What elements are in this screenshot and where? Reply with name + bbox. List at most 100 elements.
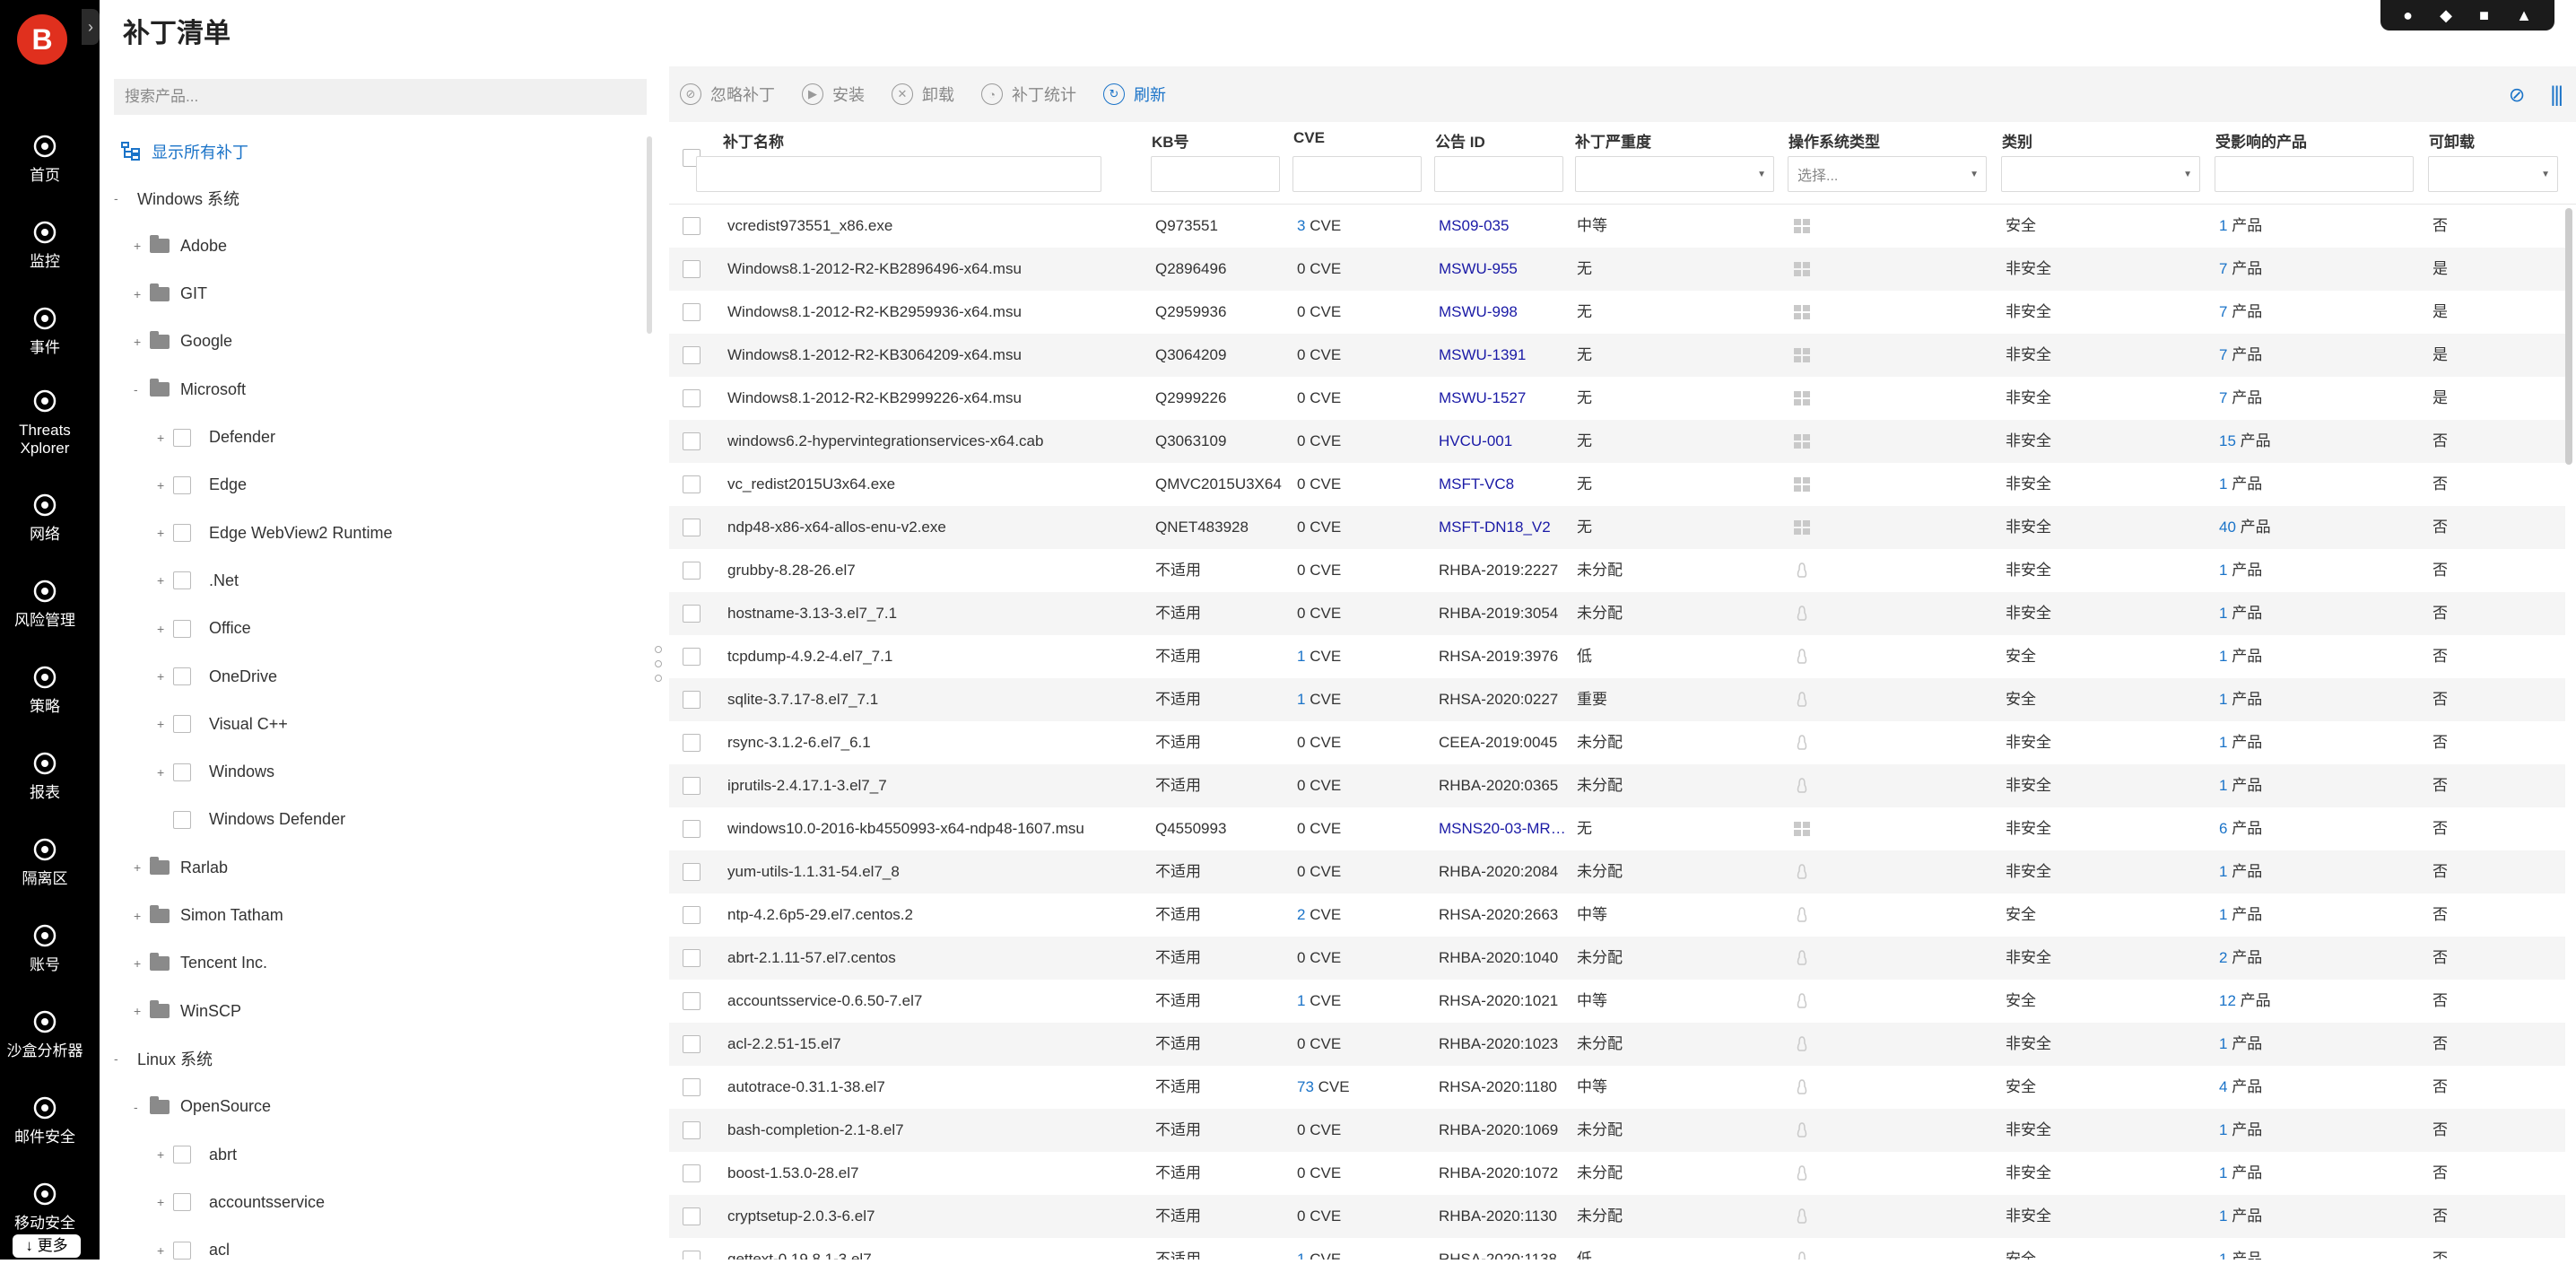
affected-products[interactable]: 1 产品 xyxy=(2219,1152,2398,1195)
bulletin-id[interactable]: MSWU-955 xyxy=(1439,248,1570,291)
row-checkbox[interactable] xyxy=(683,863,701,881)
collapse-nav-button[interactable]: › xyxy=(82,9,100,45)
table-row[interactable]: yum-utils-1.1.31-54.el7_8 不适用 0 CVE RHBA-20… xyxy=(669,850,2565,894)
filter-products[interactable] xyxy=(2215,156,2414,192)
filter-uninstallable[interactable]: ▼ xyxy=(2428,156,2558,192)
bell-icon[interactable]: ▲ xyxy=(2516,6,2532,25)
row-checkbox[interactable] xyxy=(683,1078,701,1096)
expand-toggle-icon[interactable]: - xyxy=(134,382,146,397)
expand-toggle-icon[interactable]: + xyxy=(157,1147,170,1162)
tree-node-checkbox[interactable] xyxy=(173,1241,191,1260)
row-checkbox[interactable] xyxy=(683,1207,701,1225)
cve-count[interactable]: 73 CVE xyxy=(1297,1066,1432,1109)
tree-node[interactable]: - Linux 系统 xyxy=(114,1045,213,1072)
tree-node-checkbox[interactable] xyxy=(173,763,191,781)
expand-toggle-icon[interactable]: + xyxy=(134,909,146,923)
panel-splitter[interactable] xyxy=(655,646,664,691)
affected-products[interactable]: 1 产品 xyxy=(2219,1195,2398,1238)
column-header[interactable]: 补丁严重度 xyxy=(1575,129,1651,152)
expand-toggle-icon[interactable]: + xyxy=(157,431,170,445)
affected-products[interactable]: 12 产品 xyxy=(2219,980,2398,1023)
table-row[interactable]: boost-1.53.0-28.el7 不适用 0 CVE RHBA-2020:107… xyxy=(669,1152,2565,1195)
tree-node[interactable]: + Adobe xyxy=(134,232,227,259)
filter-os-type[interactable]: 选择... ▼ xyxy=(1788,156,1987,192)
toolbar-button-refresh[interactable]: ↻ 刷新 xyxy=(1103,83,1166,106)
row-checkbox[interactable] xyxy=(683,648,701,666)
nav-item-4[interactable]: 网络 xyxy=(0,492,90,544)
affected-products[interactable]: 1 产品 xyxy=(2219,894,2398,937)
cve-count[interactable]: 0 CVE xyxy=(1297,1023,1432,1066)
row-checkbox[interactable] xyxy=(683,992,701,1010)
expand-toggle-icon[interactable]: + xyxy=(157,1243,170,1258)
user-icon[interactable]: ● xyxy=(2403,6,2413,25)
tree-node[interactable]: + Simon Tatham xyxy=(134,902,283,929)
expand-toggle-icon[interactable]: + xyxy=(157,526,170,540)
tree-node[interactable]: Windows Defender xyxy=(157,806,345,833)
cve-count[interactable]: 0 CVE xyxy=(1297,377,1432,420)
cve-count[interactable]: 0 CVE xyxy=(1297,334,1432,377)
affected-products[interactable]: 15 产品 xyxy=(2219,420,2398,463)
expand-toggle-icon[interactable]: + xyxy=(134,956,146,971)
tree-node[interactable]: + .Net xyxy=(157,567,239,594)
cve-count[interactable]: 0 CVE xyxy=(1297,1109,1432,1152)
affected-products[interactable]: 1 产品 xyxy=(2219,592,2398,635)
row-checkbox[interactable] xyxy=(683,605,701,623)
affected-products[interactable]: 4 产品 xyxy=(2219,1066,2398,1109)
cve-count[interactable]: 0 CVE xyxy=(1297,1195,1432,1238)
cve-count[interactable]: 0 CVE xyxy=(1297,807,1432,850)
affected-products[interactable]: 1 产品 xyxy=(2219,850,2398,894)
filter-cve[interactable] xyxy=(1292,156,1422,192)
table-row[interactable]: bash-completion-2.1-8.el7 不适用 0 CVE RHBA-20… xyxy=(669,1109,2565,1152)
cve-count[interactable]: 0 CVE xyxy=(1297,764,1432,807)
expand-toggle-icon[interactable]: + xyxy=(134,1004,146,1018)
bulletin-id[interactable]: MS09-035 xyxy=(1439,205,1570,248)
tree-scrollbar[interactable] xyxy=(647,136,652,334)
table-row[interactable]: sqlite-3.7.17-8.el7_7.1 不适用 1 CVE RHSA-2020… xyxy=(669,678,2565,721)
row-checkbox[interactable] xyxy=(683,303,701,321)
toolbar-button-ignore[interactable]: ⊘ 忽略补丁 xyxy=(680,83,775,106)
tree-node-checkbox[interactable] xyxy=(173,810,191,829)
nav-item-8[interactable]: 隔离区 xyxy=(0,836,90,888)
row-checkbox[interactable] xyxy=(683,1121,701,1139)
expand-toggle-icon[interactable]: + xyxy=(157,1195,170,1209)
row-checkbox[interactable] xyxy=(683,1035,701,1053)
tree-node[interactable]: + Defender xyxy=(157,424,275,451)
tree-node[interactable]: + Edge WebView2 Runtime xyxy=(157,519,392,546)
expand-toggle-icon[interactable]: + xyxy=(134,239,146,253)
affected-products[interactable]: 1 产品 xyxy=(2219,549,2398,592)
table-row[interactable]: accountsservice-0.6.50-7.el7 不适用 1 CVE RHSA… xyxy=(669,980,2565,1023)
bulletin-id[interactable]: MSNS20-03-MRNE... xyxy=(1439,807,1570,850)
affected-products[interactable]: 1 产品 xyxy=(2219,1109,2398,1152)
table-row[interactable]: iprutils-2.4.17.1-3.el7_7 不适用 0 CVE RHBA-20… xyxy=(669,764,2565,807)
cve-count[interactable]: 0 CVE xyxy=(1297,291,1432,334)
nav-item-1[interactable]: 监控 xyxy=(0,219,90,271)
cve-count[interactable]: 0 CVE xyxy=(1297,1152,1432,1195)
nav-item-5[interactable]: 风险管理 xyxy=(0,578,90,630)
tree-node[interactable]: + GIT xyxy=(134,281,207,308)
affected-products[interactable]: 7 产品 xyxy=(2219,334,2398,377)
cve-count[interactable]: 0 CVE xyxy=(1297,592,1432,635)
row-checkbox[interactable] xyxy=(683,949,701,967)
tree-node[interactable]: + Edge xyxy=(157,472,247,499)
column-header[interactable]: 公告 ID xyxy=(1435,129,1485,152)
filter-kb[interactable] xyxy=(1151,156,1280,192)
gift-icon[interactable]: ■ xyxy=(2479,6,2489,25)
row-checkbox[interactable] xyxy=(683,475,701,493)
table-row[interactable]: grubby-8.28-26.el7 不适用 0 CVE RHBA-2019:2227… xyxy=(669,549,2565,592)
row-checkbox[interactable] xyxy=(683,1251,701,1260)
bulletin-id[interactable]: MSFT-DN18_V2 xyxy=(1439,506,1570,549)
tree-node[interactable]: + Office xyxy=(157,615,251,642)
tree-node[interactable]: - OpenSource xyxy=(134,1094,271,1120)
table-row[interactable]: Windows8.1-2012-R2-KB3064209-x64.msu Q306… xyxy=(669,334,2565,377)
filter-category[interactable]: ▼ xyxy=(2001,156,2200,192)
affected-products[interactable]: 6 产品 xyxy=(2219,807,2398,850)
row-checkbox[interactable] xyxy=(683,562,701,580)
column-header[interactable]: 操作系统类型 xyxy=(1788,129,1880,152)
tree-node[interactable]: + WinSCP xyxy=(134,998,241,1024)
tree-node-checkbox[interactable] xyxy=(173,571,191,590)
expand-toggle-icon[interactable]: - xyxy=(114,191,126,205)
column-header[interactable]: 可卸载 xyxy=(2429,129,2475,152)
cve-count[interactable]: 1 CVE xyxy=(1297,1238,1432,1260)
table-row[interactable]: windows10.0-2016-kb4550993-x64-ndp48-160… xyxy=(669,807,2565,850)
expand-toggle-icon[interactable]: + xyxy=(157,669,170,684)
